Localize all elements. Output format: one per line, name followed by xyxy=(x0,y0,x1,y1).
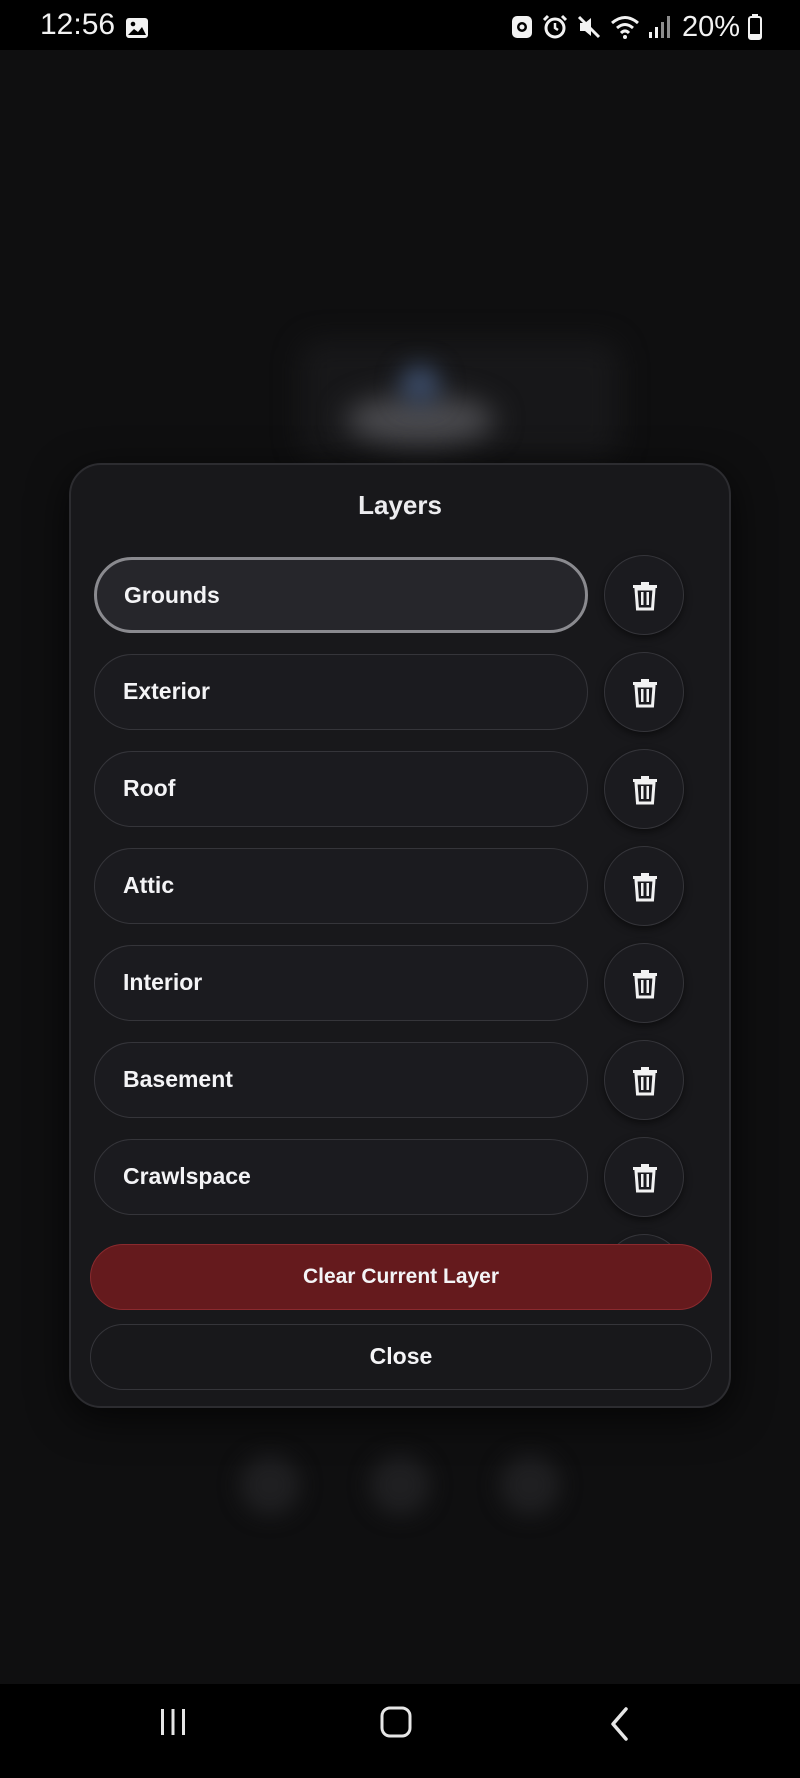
layer-row: Crawlspace xyxy=(94,1137,704,1219)
delete-layer-button[interactable] xyxy=(604,943,684,1023)
clear-current-layer-button[interactable]: Clear Current Layer xyxy=(90,1244,712,1310)
delete-layer-button[interactable] xyxy=(604,652,684,732)
status-icons: 20% xyxy=(510,12,762,42)
trash-icon xyxy=(633,1164,657,1193)
android-debug-icon xyxy=(510,14,534,40)
delete-layer-button[interactable] xyxy=(604,846,684,926)
layer-row: Attic xyxy=(94,846,704,928)
layer-row: Grounds xyxy=(94,555,704,637)
layer-row: Roof xyxy=(94,749,704,831)
alarm-icon xyxy=(542,14,568,40)
trash-icon xyxy=(633,679,657,708)
layer-item-interior[interactable]: Interior xyxy=(94,945,588,1021)
gallery-icon xyxy=(125,17,149,39)
home-icon[interactable] xyxy=(366,1706,426,1756)
trash-icon xyxy=(633,776,657,805)
battery-icon xyxy=(748,14,762,40)
battery-percent: 20% xyxy=(681,11,740,43)
navigation-bar xyxy=(0,1684,800,1778)
close-button[interactable]: Close xyxy=(90,1324,712,1390)
trash-icon xyxy=(633,582,657,611)
layer-list[interactable]: Grounds Exterior Roof Attic Interior Bas… xyxy=(71,540,729,1300)
layer-item-exterior[interactable]: Exterior xyxy=(94,654,588,730)
back-icon[interactable] xyxy=(591,1706,651,1756)
recent-apps-icon[interactable] xyxy=(143,1706,203,1756)
layer-item-crawlspace[interactable]: Crawlspace xyxy=(94,1139,588,1215)
signal-icon xyxy=(648,14,672,40)
layer-row: Interior xyxy=(94,943,704,1025)
status-bar: 12:56 20% xyxy=(0,0,800,50)
background-blur xyxy=(240,1455,300,1515)
layers-dialog: Layers Grounds Exterior Roof Attic Inter… xyxy=(69,463,731,1408)
trash-icon xyxy=(633,970,657,999)
screen: 12:56 20% Layers Grounds Exterior Roof A… xyxy=(0,0,800,1778)
status-time: 12:56 xyxy=(40,8,116,41)
layer-item-roof[interactable]: Roof xyxy=(94,751,588,827)
layer-row: Exterior xyxy=(94,652,704,734)
delete-layer-button[interactable] xyxy=(604,1040,684,1120)
layer-item-basement[interactable]: Basement xyxy=(94,1042,588,1118)
layer-row: Basement xyxy=(94,1040,704,1122)
trash-icon xyxy=(633,873,657,902)
delete-layer-button[interactable] xyxy=(604,555,684,635)
wifi-icon xyxy=(610,14,640,40)
background-blur xyxy=(500,1455,560,1515)
dialog-title: Layers xyxy=(358,490,442,520)
mute-icon xyxy=(576,14,602,40)
trash-icon xyxy=(633,1067,657,1096)
delete-layer-button[interactable] xyxy=(604,749,684,829)
layer-item-attic[interactable]: Attic xyxy=(94,848,588,924)
delete-layer-button[interactable] xyxy=(604,1137,684,1217)
layer-item-grounds[interactable]: Grounds xyxy=(94,557,588,633)
background-blur xyxy=(400,365,440,405)
background-blur xyxy=(370,1455,430,1515)
